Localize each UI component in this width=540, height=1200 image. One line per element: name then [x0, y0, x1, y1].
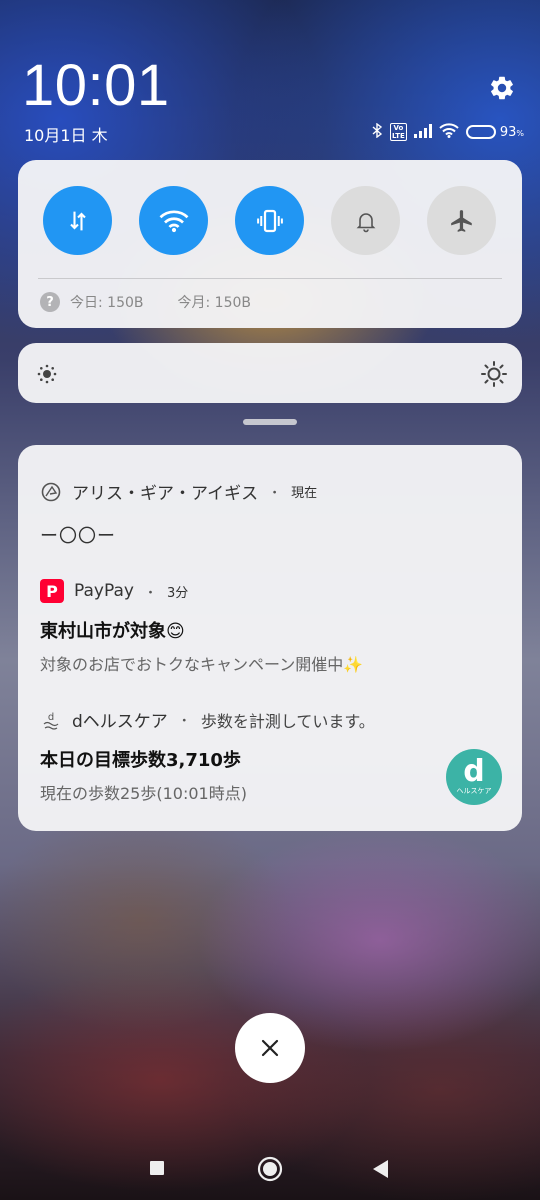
- bell-icon: [356, 212, 375, 232]
- brightness-slider[interactable]: [18, 343, 522, 403]
- battery-indicator: 93%: [465, 124, 524, 140]
- notification-title: 東村山市が対象😊: [40, 621, 185, 642]
- app-name: アリス・ギア・アイギス: [72, 484, 259, 504]
- help-icon: ?: [40, 292, 60, 312]
- quick-settings-panel: ? 今日: 150B 今月: 150B: [18, 160, 522, 328]
- toggle-vibrate[interactable]: [235, 186, 304, 255]
- clock[interactable]: 10:01: [22, 52, 170, 119]
- wifi-status-icon: [439, 123, 459, 141]
- airplane-icon: [450, 209, 472, 232]
- home-button[interactable]: [257, 1156, 283, 1182]
- separator: ・: [268, 486, 282, 501]
- volte-icon: Vo LTE: [389, 123, 407, 141]
- brightness-low-icon: [37, 364, 57, 384]
- battery-icon: [465, 125, 496, 139]
- navigation-bar: [0, 1140, 540, 1196]
- thumb-letter: d: [463, 754, 485, 789]
- toggle-row: [43, 186, 496, 255]
- app-name: PayPay: [74, 581, 134, 601]
- dismiss-all-button[interactable]: [235, 1013, 305, 1083]
- usage-today: 今日: 150B: [70, 295, 144, 311]
- toggle-wifi[interactable]: [139, 186, 208, 255]
- paypay-icon: P: [40, 579, 64, 603]
- battery-unit: %: [516, 128, 524, 138]
- app-name: dヘルスケア: [72, 712, 168, 732]
- toggle-airplane[interactable]: [427, 186, 496, 255]
- drag-handle[interactable]: [243, 419, 297, 425]
- wifi-icon: [159, 210, 188, 232]
- dhealth-thumbnail: d ヘルスケア: [446, 749, 502, 805]
- date[interactable]: 10月1日 木: [24, 122, 108, 146]
- notification-text: 対象のお店でおトクなキャンペーン開催中✨: [40, 655, 364, 674]
- notification-dhealth[interactable]: d dヘルスケア ・ 歩数を計測しています。 本日の目標歩数3,710歩 現在の…: [40, 707, 502, 805]
- bluetooth-icon: [372, 122, 383, 141]
- separator: ・: [143, 585, 157, 601]
- notification-time: 現在: [291, 486, 318, 501]
- notification-panel: アリス・ギア・アイギス ・ 現在 ー〇〇ー P PayPay ・ 3分 東村山市…: [18, 445, 522, 831]
- notification-header: d dヘルスケア ・ 歩数を計測しています。: [40, 707, 502, 732]
- notification-header: アリス・ギア・アイギス ・ 現在: [40, 479, 502, 504]
- alice-gear-icon: [41, 482, 61, 501]
- back-button[interactable]: [371, 1159, 389, 1179]
- toggle-mobile-data[interactable]: [43, 186, 112, 255]
- brightness-high-icon: [481, 361, 507, 387]
- toggle-ring[interactable]: [331, 186, 400, 255]
- signal-icon: [413, 123, 432, 141]
- notification-time: 3分: [166, 585, 189, 601]
- data-usage[interactable]: ? 今日: 150B 今月: 150B: [40, 292, 251, 312]
- thumb-caption: ヘルスケア: [456, 787, 492, 795]
- recents-button[interactable]: [149, 1160, 165, 1176]
- notification-header: P PayPay ・ 3分: [40, 579, 502, 603]
- notification-subtitle: 歩数を計測しています。: [200, 711, 375, 731]
- status-bar: Vo LTE 93%: [372, 122, 524, 142]
- notification-alice[interactable]: アリス・ギア・アイギス ・ 現在 ー〇〇ー: [40, 479, 502, 548]
- svg-text:d: d: [48, 712, 54, 723]
- close-icon: [261, 1039, 279, 1057]
- dhealth-icon: d: [43, 712, 59, 730]
- notification-text: ー〇〇ー: [40, 526, 116, 547]
- notification-text: 現在の歩数25歩(10:01時点): [40, 784, 247, 803]
- separator: ・: [177, 714, 191, 729]
- divider: [38, 278, 502, 279]
- vibrate-icon: [256, 209, 283, 232]
- gear-icon[interactable]: [488, 74, 516, 102]
- notification-title: 本日の目標歩数3,710歩: [40, 750, 241, 771]
- usage-month: 今月: 150B: [177, 295, 252, 311]
- notification-paypay[interactable]: P PayPay ・ 3分 東村山市が対象😊 対象のお店でおトクなキャンペーン開…: [40, 579, 502, 675]
- battery-percent: 93: [499, 124, 517, 140]
- mobile-data-icon: [69, 211, 86, 230]
